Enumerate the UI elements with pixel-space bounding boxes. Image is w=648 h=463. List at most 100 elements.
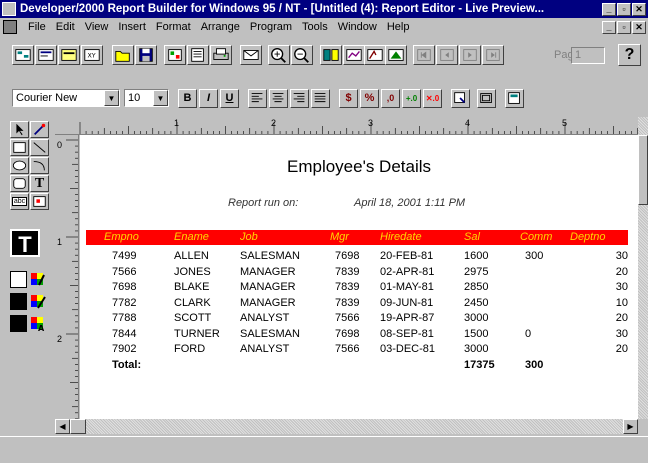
print-preview-icon[interactable] <box>187 45 209 65</box>
chevron-down-icon[interactable]: ▼ <box>153 90 168 106</box>
page-number-field[interactable]: 1 <box>571 47 605 64</box>
field-tool-icon[interactable]: abc <box>10 193 29 210</box>
italic-button[interactable]: I <box>199 89 218 108</box>
rounded-rect-tool-icon[interactable] <box>10 175 29 192</box>
percent-icon[interactable]: % <box>360 89 379 108</box>
data-wizard-icon[interactable] <box>343 45 365 65</box>
font-family-select[interactable]: Courier New ▼ <box>12 89 120 107</box>
document-icon[interactable] <box>3 20 17 34</box>
properties-icon[interactable] <box>505 89 524 108</box>
align-right-icon[interactable] <box>290 89 309 108</box>
wizard-icon[interactable] <box>320 45 342 65</box>
text-color-swatch[interactable] <box>10 315 27 332</box>
app-icon[interactable] <box>2 2 16 16</box>
horizontal-scroll-thumb[interactable] <box>70 419 86 434</box>
chevron-down-icon[interactable]: ▼ <box>104 90 119 106</box>
column-header: Empno <box>104 231 139 243</box>
first-page-icon[interactable] <box>413 45 435 65</box>
align-center-icon[interactable] <box>269 89 288 108</box>
remove-decimal-icon[interactable]: ✕.0 <box>423 89 442 108</box>
title-bar[interactable]: Developer/2000 Report Builder for Window… <box>0 0 648 18</box>
magic-wand-icon[interactable] <box>30 121 49 138</box>
table-cell: ALLEN <box>174 250 209 262</box>
menu-arrange[interactable]: Arrange <box>196 21 245 33</box>
menu-insert[interactable]: Insert <box>113 21 151 33</box>
doc-minimize-button[interactable]: _ <box>602 20 616 34</box>
print-icon[interactable] <box>210 45 232 65</box>
scroll-left-icon[interactable]: ◀ <box>55 419 70 434</box>
line-color-icon[interactable] <box>29 293 48 310</box>
layout-model-icon[interactable] <box>35 45 57 65</box>
table-cell: 20 <box>615 265 628 278</box>
select-pointer-icon[interactable] <box>10 121 29 138</box>
save-icon[interactable] <box>135 45 157 65</box>
menu-view[interactable]: View <box>80 21 114 33</box>
menu-format[interactable]: Format <box>151 21 196 33</box>
text-color-icon[interactable]: A <box>29 315 48 332</box>
text-tool-icon[interactable]: T <box>30 175 49 192</box>
table-cell: 30 <box>615 281 628 293</box>
table-cell: 10 <box>615 296 628 309</box>
zoom-in-icon[interactable] <box>268 45 290 65</box>
table-cell: MANAGER <box>240 265 296 278</box>
minimize-button[interactable]: _ <box>602 2 616 16</box>
table-cell: 7788 <box>112 312 137 324</box>
bold-button[interactable]: B <box>178 89 197 108</box>
mail-icon[interactable] <box>240 45 262 65</box>
last-page-icon[interactable] <box>482 45 504 65</box>
fill-color-swatch[interactable] <box>10 271 27 288</box>
ruler-label: 2 <box>57 334 62 344</box>
menu-program[interactable]: Program <box>245 21 297 33</box>
menu-edit[interactable]: Edit <box>51 21 80 33</box>
format-toolbar: Courier New ▼ 10 ▼ B I U $ % ,0 +.0 ✕.0 <box>0 69 648 117</box>
menu-window[interactable]: Window <box>333 21 382 33</box>
menu-tools[interactable]: Tools <box>297 21 333 33</box>
table-cell: 7782 <box>112 296 137 309</box>
open-icon[interactable] <box>112 45 134 65</box>
field-format-icon[interactable] <box>451 89 470 108</box>
line-color-swatch[interactable] <box>10 293 27 310</box>
ruler-label: 3 <box>368 118 373 128</box>
doc-close-button[interactable]: ✕ <box>632 20 646 34</box>
font-size-select[interactable]: 10 ▼ <box>124 89 169 107</box>
table-cell: 20 <box>615 312 628 324</box>
ruler-label: 1 <box>57 237 62 247</box>
justify-icon[interactable] <box>311 89 330 108</box>
live-preview-icon[interactable]: XY <box>81 45 103 65</box>
table-cell: 2850 <box>464 281 489 293</box>
scroll-right-icon[interactable]: ▶ <box>623 419 638 434</box>
line-tool-icon[interactable] <box>30 139 49 156</box>
currency-icon[interactable]: $ <box>339 89 358 108</box>
vertical-scroll-thumb[interactable] <box>638 135 648 205</box>
image-tool-icon[interactable] <box>30 193 49 210</box>
menu-file[interactable]: File <box>23 21 51 33</box>
ellipse-tool-icon[interactable] <box>10 157 29 174</box>
maximize-button[interactable]: ▫ <box>617 2 631 16</box>
frame-icon[interactable] <box>477 89 496 108</box>
web-wizard-icon[interactable] <box>385 45 407 65</box>
table-cell: 2450 <box>464 296 489 309</box>
help-button[interactable]: ? <box>618 44 641 66</box>
doc-restore-button[interactable]: ▫ <box>617 20 631 34</box>
underline-button[interactable]: U <box>220 89 239 108</box>
data-model-icon[interactable] <box>12 45 34 65</box>
fill-color-icon[interactable] <box>29 271 48 288</box>
zoom-out-icon[interactable] <box>291 45 313 65</box>
table-cell: 1600 <box>464 250 489 262</box>
table-cell: 30 <box>615 250 628 262</box>
run-report-icon[interactable] <box>164 45 186 65</box>
close-button[interactable]: ✕ <box>632 2 646 16</box>
previous-page-icon[interactable] <box>436 45 458 65</box>
horizontal-scrollbar[interactable]: ◀ ▶ <box>55 419 638 434</box>
table-cell: 7566 <box>335 312 360 324</box>
menu-help[interactable]: Help <box>382 21 415 33</box>
add-decimal-icon[interactable]: +.0 <box>402 89 421 108</box>
report-canvas[interactable]: Employee's Details Report run on: April … <box>80 135 638 419</box>
align-left-icon[interactable] <box>248 89 267 108</box>
comma-icon[interactable]: ,0 <box>381 89 400 108</box>
param-form-icon[interactable] <box>58 45 80 65</box>
chart-wizard-icon[interactable] <box>364 45 386 65</box>
next-page-icon[interactable] <box>459 45 481 65</box>
rectangle-tool-icon[interactable] <box>10 139 29 156</box>
arc-tool-icon[interactable] <box>30 157 49 174</box>
